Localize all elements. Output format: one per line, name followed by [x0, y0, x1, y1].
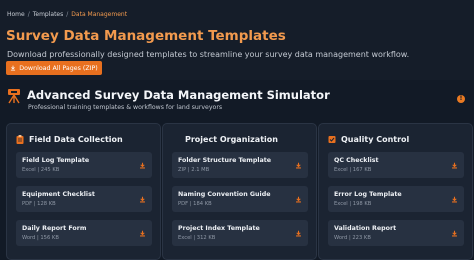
download-icon[interactable] — [451, 196, 458, 203]
template-meta: ZIP | 2.1 MB — [178, 167, 210, 173]
breadcrumb-current: Data Management — [71, 11, 128, 18]
folder-icon — [172, 137, 180, 143]
template-name: QC Checklist — [334, 157, 379, 164]
template-meta: Excel | 198 KB — [334, 201, 372, 207]
template-meta: Excel | 167 KB — [334, 167, 372, 173]
simulator-subtitle: Professional training templates & workfl… — [28, 104, 223, 111]
download-all-label: Download All Pages (ZIP) — [19, 64, 98, 72]
template-name: Project Index Template — [178, 225, 260, 232]
template-item[interactable]: Daily Report Form Word | 156 KB — [16, 220, 152, 246]
check-icon — [328, 136, 336, 143]
download-icon[interactable] — [139, 196, 146, 203]
category-panel-field-data: Field Data Collection Field Log Template… — [6, 123, 161, 260]
download-icon[interactable] — [451, 162, 458, 169]
download-icon[interactable] — [295, 162, 302, 169]
template-name: Daily Report Form — [22, 225, 87, 232]
template-name: Field Log Template — [22, 157, 90, 164]
template-item[interactable]: Error Log Template Excel | 198 KB — [328, 186, 464, 212]
panel-title: Project Organization — [185, 135, 278, 144]
download-icon — [11, 65, 16, 71]
download-icon[interactable] — [295, 230, 302, 237]
page-subtitle: Download professionally designed templat… — [7, 50, 410, 59]
template-item[interactable]: QC Checklist Excel | 167 KB — [328, 152, 464, 178]
template-item[interactable]: Validation Report Word | 223 KB — [328, 220, 464, 246]
breadcrumb-separator: / — [66, 11, 69, 18]
category-panel-quality-control: Quality Control QC Checklist Excel | 167… — [318, 123, 473, 260]
template-meta: Excel | 312 KB — [178, 235, 216, 241]
template-meta: Word | 156 KB — [22, 235, 59, 241]
category-panel-project-organization: Project Organization Folder Structure Te… — [162, 123, 317, 260]
breadcrumb: Home / Templates / Data Management — [7, 11, 127, 18]
template-item[interactable]: Folder Structure Template ZIP | 2.1 MB — [172, 152, 308, 178]
template-item[interactable]: Equipment Checklist PDF | 128 KB — [16, 186, 152, 212]
breadcrumb-home[interactable]: Home — [7, 11, 25, 18]
download-all-button[interactable]: Download All Pages (ZIP) — [6, 61, 102, 75]
template-meta: Excel | 245 KB — [22, 167, 60, 173]
download-icon[interactable] — [295, 196, 302, 203]
template-meta: Word | 223 KB — [334, 235, 371, 241]
breadcrumb-templates[interactable]: Templates — [33, 11, 64, 18]
template-meta: PDF | 128 KB — [22, 201, 56, 207]
template-name: Equipment Checklist — [22, 191, 95, 198]
clipboard-icon — [16, 135, 24, 144]
simulator-title: Advanced Survey Data Management Simulato… — [27, 88, 330, 102]
hero-section: Home / Templates / Data Management Survey Da… — [0, 0, 474, 80]
panel-title: Quality Control — [341, 135, 410, 144]
download-icon[interactable] — [451, 230, 458, 237]
download-icon[interactable] — [139, 230, 146, 237]
template-meta: PDF | 184 KB — [178, 201, 212, 207]
template-item[interactable]: Naming Convention Guide PDF | 184 KB — [172, 186, 308, 212]
template-name: Validation Report — [334, 225, 397, 232]
template-name: Folder Structure Template — [178, 157, 272, 164]
template-name: Naming Convention Guide — [178, 191, 271, 198]
template-item[interactable]: Field Log Template Excel | 245 KB — [16, 152, 152, 178]
template-item[interactable]: Project Index Template Excel | 312 KB — [172, 220, 308, 246]
template-name: Error Log Template — [334, 191, 402, 198]
page-title: Survey Data Management Templates — [6, 28, 286, 44]
panel-title: Field Data Collection — [29, 135, 123, 144]
info-icon[interactable]: ! — [457, 95, 465, 103]
breadcrumb-separator: / — [27, 11, 30, 18]
survey-instrument-icon — [8, 89, 20, 104]
download-icon[interactable] — [139, 162, 146, 169]
